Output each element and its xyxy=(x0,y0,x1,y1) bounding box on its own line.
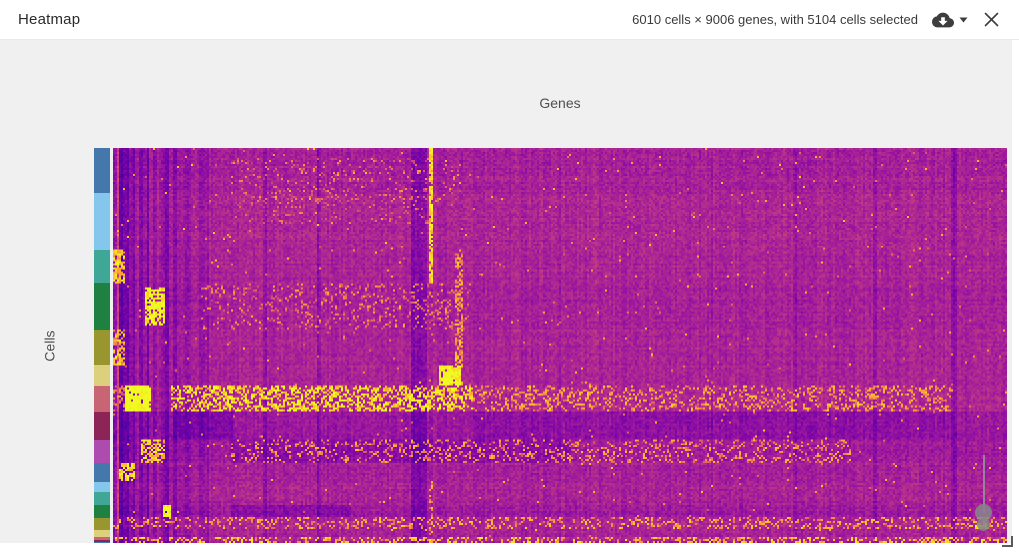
resize-grip[interactable] xyxy=(1002,536,1013,547)
close-icon xyxy=(984,12,999,27)
selection-status-text: 6010 cells × 9006 genes, with 5104 cells… xyxy=(632,12,918,27)
heatmap-canvas[interactable] xyxy=(113,148,1007,543)
row-category-swatch xyxy=(94,542,110,543)
row-category-swatch xyxy=(94,283,110,330)
row-category-swatch xyxy=(94,386,110,412)
heatmap-dialog: Heatmap 6010 cells × 9006 genes, with 51… xyxy=(0,0,1019,555)
row-category-swatch xyxy=(94,330,110,365)
row-category-swatch xyxy=(94,148,110,193)
plot-panel: Genes Cells xyxy=(0,40,1012,543)
row-category-swatch xyxy=(94,193,110,250)
row-category-swatch xyxy=(94,440,110,463)
x-axis-label: Genes xyxy=(539,95,581,111)
row-category-swatch xyxy=(94,530,110,537)
download-button[interactable] xyxy=(930,10,970,30)
cloud-download-icon xyxy=(932,12,954,28)
row-category-swatch xyxy=(94,250,110,283)
y-axis-label: Cells xyxy=(42,329,58,362)
row-category-swatch xyxy=(94,482,110,492)
dialog-header: Heatmap 6010 cells × 9006 genes, with 51… xyxy=(0,0,1019,40)
row-category-swatch xyxy=(94,365,110,386)
dialog-title: Heatmap xyxy=(18,11,81,28)
vertical-scroll-handle-lower[interactable] xyxy=(977,518,990,531)
row-category-swatch xyxy=(94,505,110,518)
caret-down-icon xyxy=(959,17,968,23)
header-actions: 6010 cells × 9006 genes, with 5104 cells… xyxy=(632,10,1019,30)
row-category-swatch xyxy=(94,412,110,440)
row-category-swatch xyxy=(94,492,110,505)
row-category-strip xyxy=(94,148,110,543)
row-category-swatch xyxy=(94,463,110,482)
y-axis-label-wrap: Cells xyxy=(14,148,86,543)
row-category-swatch xyxy=(94,518,110,530)
close-button[interactable] xyxy=(982,10,1001,29)
